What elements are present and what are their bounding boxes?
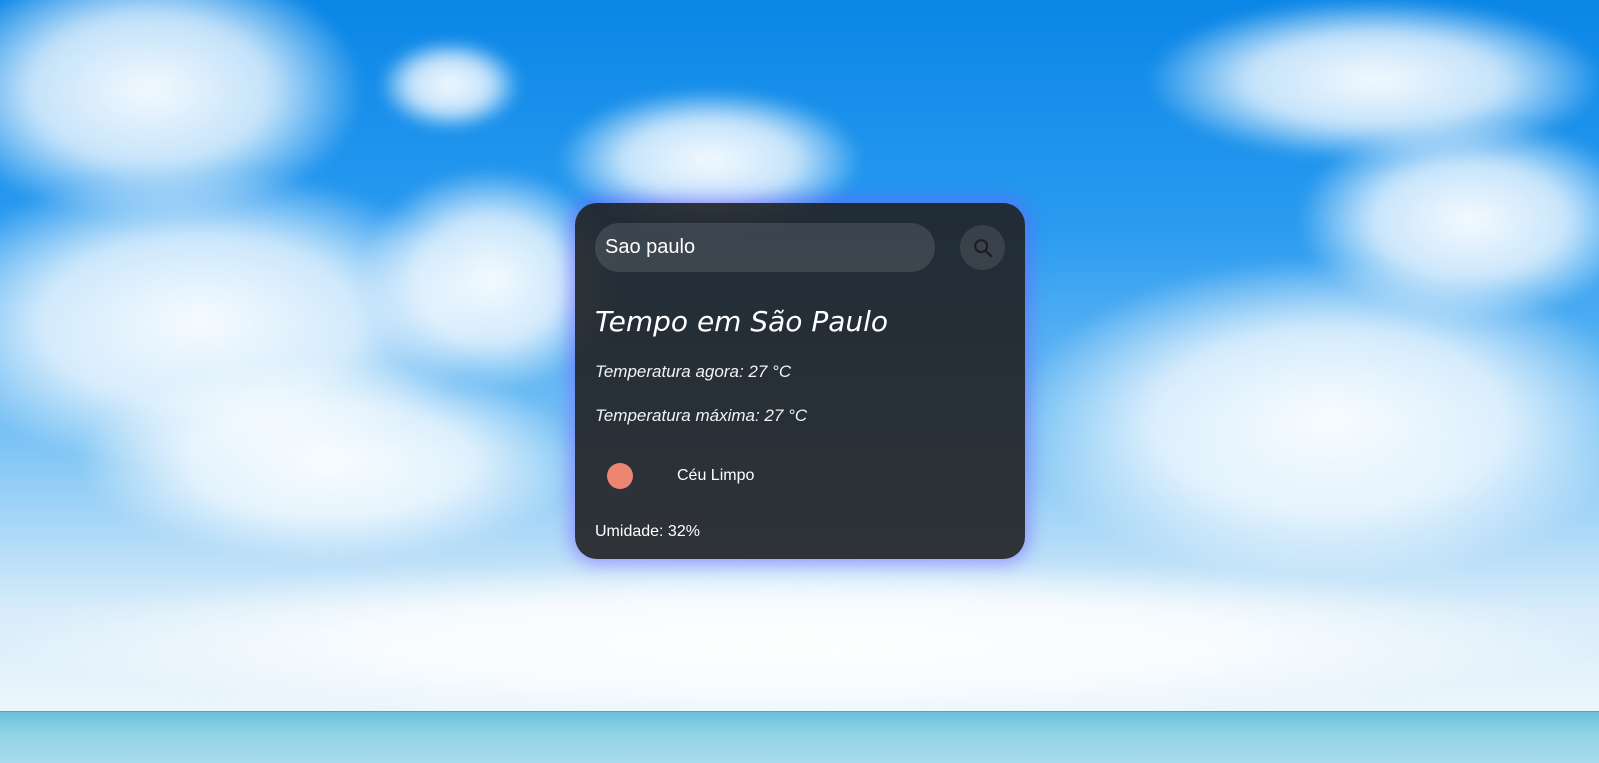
cloud	[0, 560, 1599, 720]
weather-condition: Céu Limpo	[595, 458, 1005, 494]
weather-card: Tempo em São Paulo Temperatura agora: 27…	[575, 203, 1025, 559]
humidity: Umidade: 32%	[595, 523, 700, 540]
max-temperature: Temperatura máxima: 27 °C	[595, 406, 808, 425]
current-temperature: Temperatura agora: 27 °C	[595, 362, 792, 381]
cloud	[1020, 260, 1599, 580]
cloud	[380, 40, 520, 130]
city-title: Tempo em São Paulo	[595, 305, 889, 338]
weather-icon	[607, 463, 633, 489]
cloud	[80, 360, 580, 560]
search-icon	[973, 238, 992, 257]
cloud	[1150, 0, 1599, 160]
sea	[0, 712, 1599, 763]
condition-label: Céu Limpo	[677, 467, 755, 484]
search-bar	[595, 223, 1005, 272]
search-button[interactable]	[960, 225, 1005, 270]
background-sky-image: Tempo em São Paulo Temperatura agora: 27…	[0, 0, 1599, 763]
search-input[interactable]	[595, 223, 935, 272]
